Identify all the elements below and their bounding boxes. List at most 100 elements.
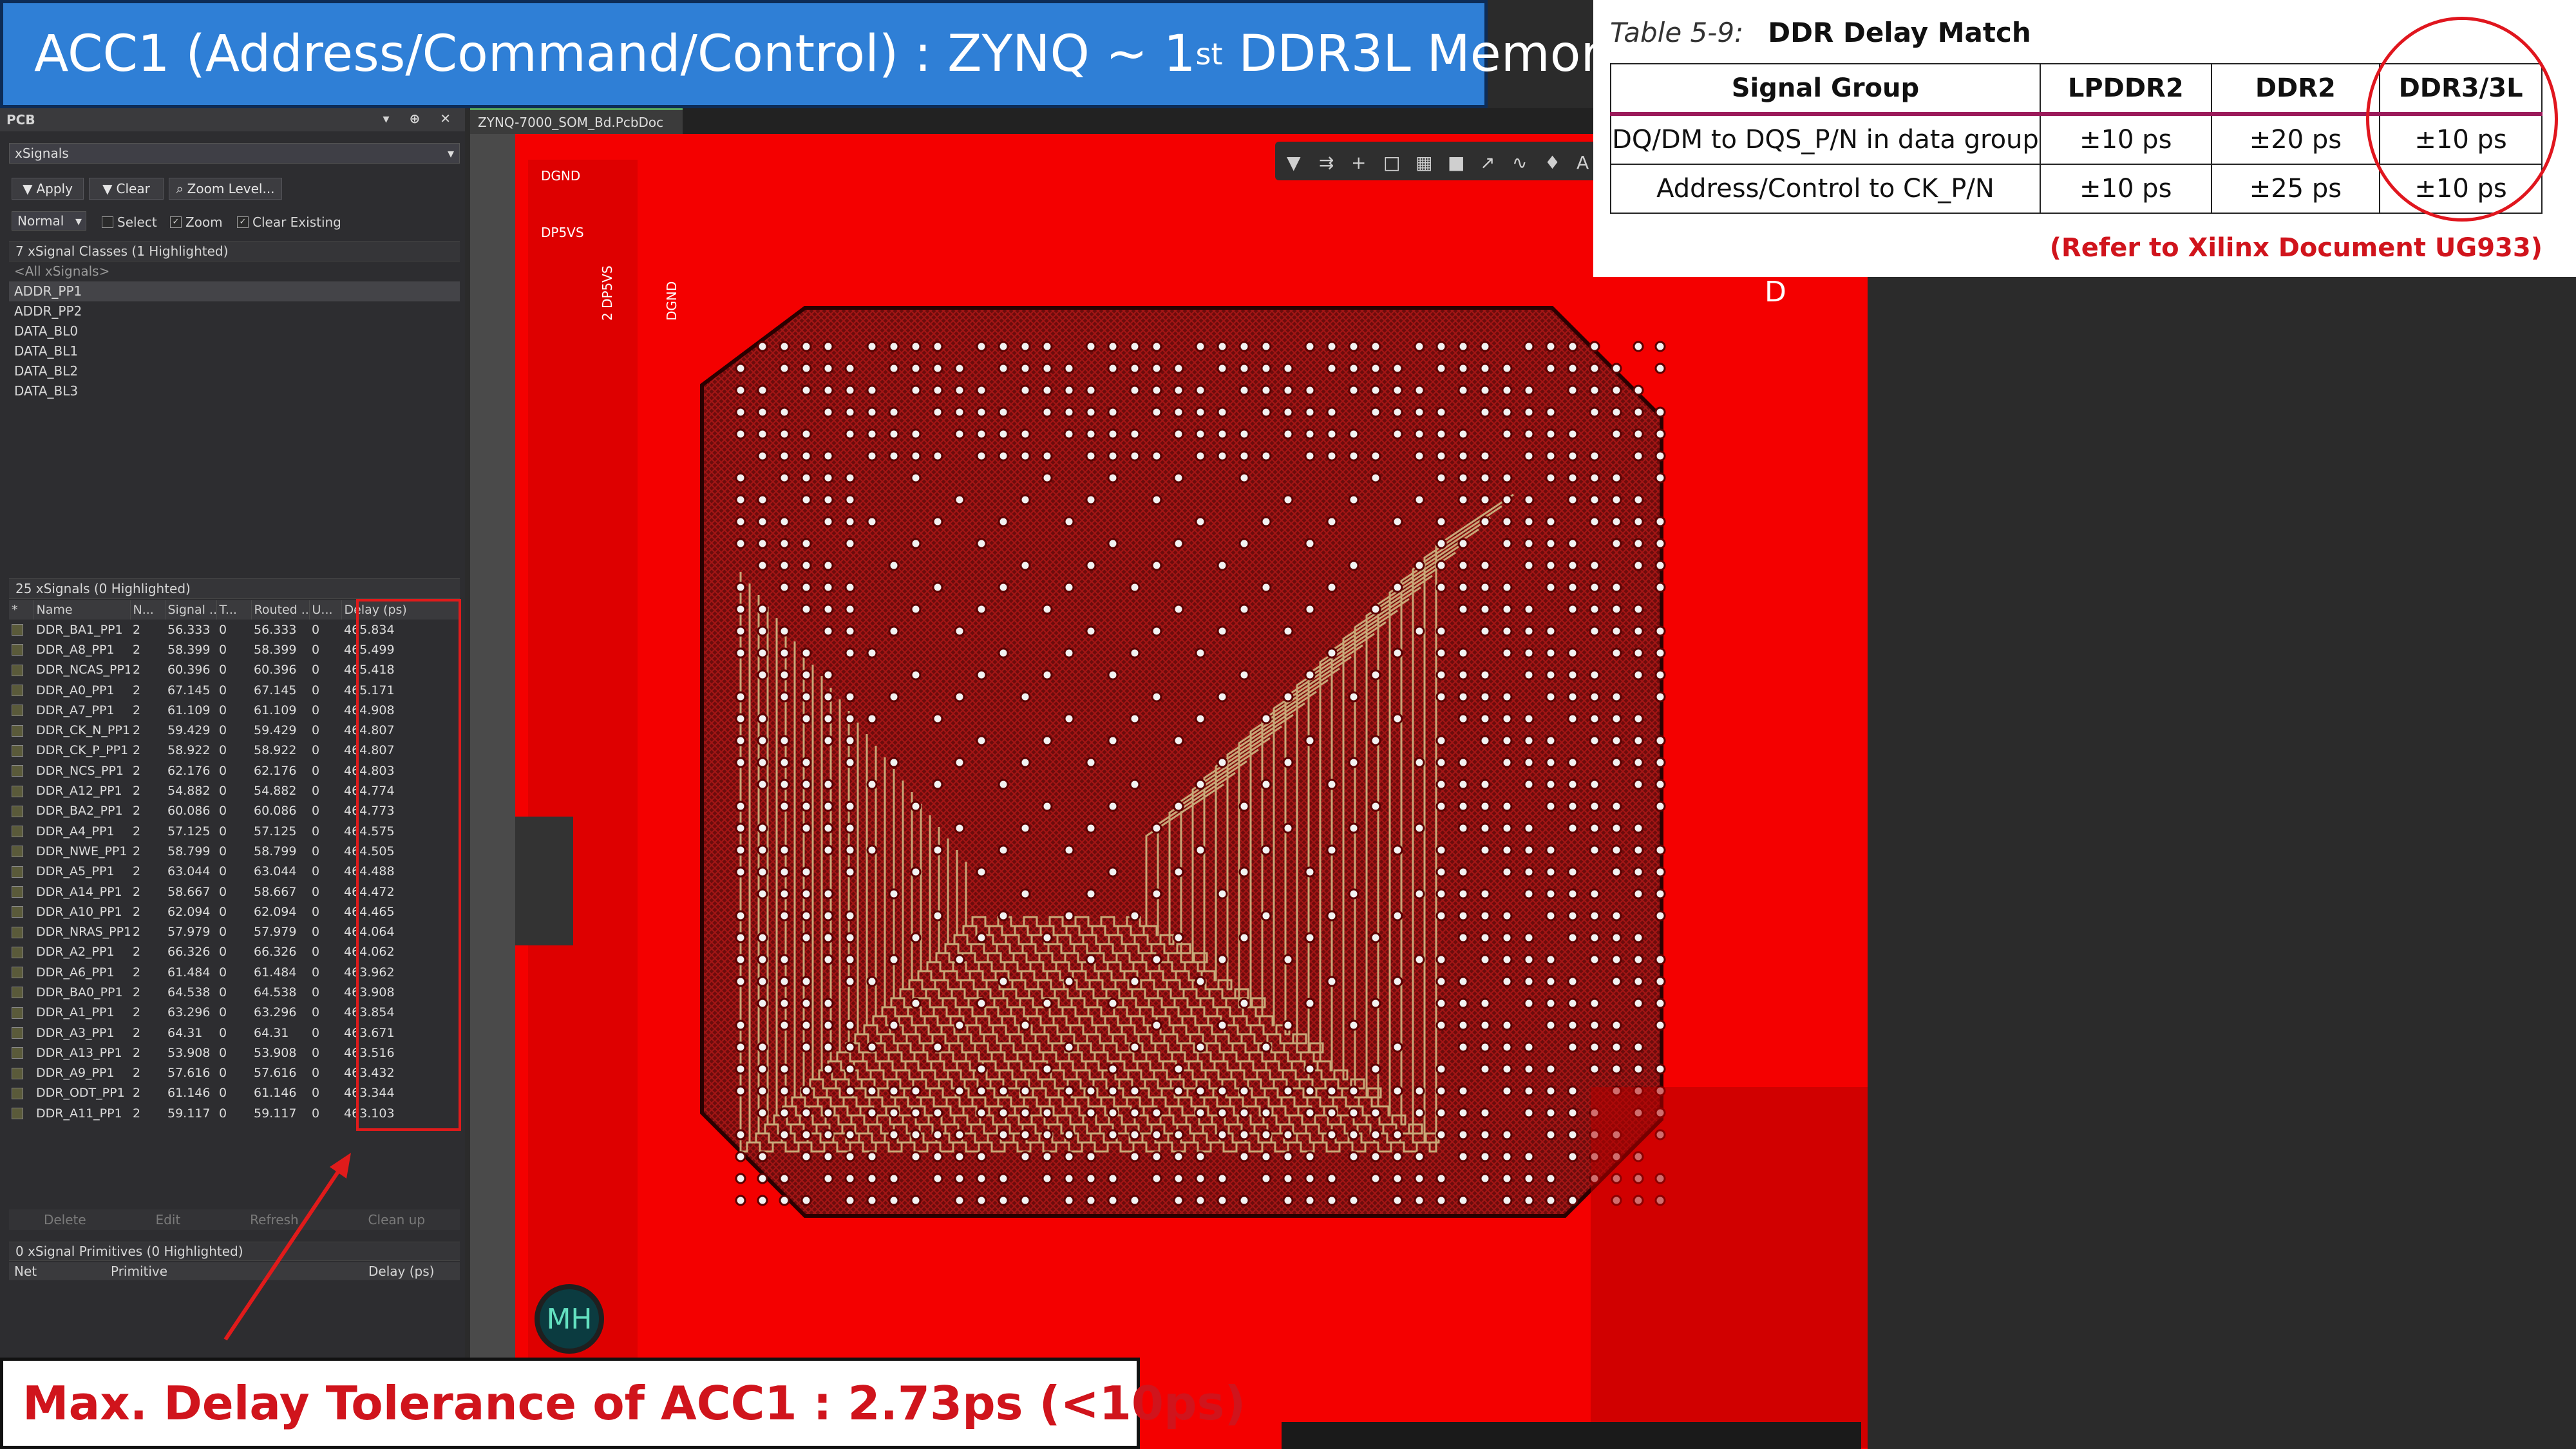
pcb-via [1129, 1085, 1141, 1097]
pcb-via [998, 1085, 1009, 1097]
pcb-via [1611, 647, 1622, 659]
row-color-swatch[interactable] [9, 700, 33, 720]
clear-button[interactable]: ▼ Clear [89, 178, 164, 200]
pcb-via [1611, 363, 1622, 374]
row-color-swatch[interactable] [9, 680, 33, 700]
row-color-swatch[interactable] [9, 660, 33, 680]
row-color-swatch[interactable] [9, 761, 33, 781]
panel-controls[interactable]: ▾ ⊕ ✕ [383, 111, 459, 126]
document-tab[interactable]: ZYNQ-7000_SOM_Bd.PcbDoc [470, 108, 683, 134]
row-color-swatch[interactable] [9, 1023, 33, 1043]
table-cell: 0 [219, 804, 227, 819]
class-item[interactable]: ADDR_PP2 [9, 301, 460, 321]
pcb-via [844, 363, 856, 374]
table-cell: 63.296 [254, 1005, 297, 1020]
pcb-canvas[interactable]: DGND DP5VS 2 DP5VS DGND D ▼ ⇉ + □ ▦ ■ ↗ … [470, 108, 1868, 1449]
pcb-via [910, 341, 922, 352]
row-color-swatch[interactable] [9, 1083, 33, 1103]
row-color-swatch[interactable] [9, 1063, 33, 1083]
pcb-via [1085, 1151, 1097, 1162]
pcb-via [910, 1085, 922, 1097]
column-header[interactable]: Net [9, 1264, 111, 1279]
clean-up-button[interactable]: Clean up [368, 1212, 426, 1227]
column-header[interactable]: Name [33, 600, 131, 620]
column-header: Signal Group [1610, 63, 2041, 115]
column-header[interactable]: Signal ... [165, 600, 217, 620]
class-item[interactable]: ADDR_PP1 [9, 281, 460, 301]
row-color-swatch[interactable] [9, 942, 33, 962]
column-header[interactable]: Routed ... [251, 600, 310, 620]
pcb-via [1435, 1085, 1447, 1097]
refresh-button[interactable]: Refresh [250, 1212, 299, 1227]
row-color-swatch[interactable] [9, 741, 33, 761]
row-color-swatch[interactable] [9, 620, 33, 639]
pcb-via [1195, 844, 1206, 856]
pcb-via [1238, 603, 1250, 615]
class-item[interactable]: <All xSignals> [9, 261, 460, 281]
row-color-swatch[interactable] [9, 781, 33, 800]
column-header[interactable]: U... [309, 600, 342, 620]
table-cell: 2 [133, 1005, 141, 1020]
class-item[interactable]: DATA_BL1 [9, 341, 460, 361]
pcb-via [1435, 582, 1447, 593]
pcb-via [1195, 450, 1206, 462]
pcb-via [1633, 384, 1644, 396]
row-color-swatch[interactable] [9, 922, 33, 942]
row-color-swatch[interactable] [9, 720, 33, 740]
pcb-via [1589, 1063, 1600, 1075]
table-cell: 53.908 [254, 1045, 297, 1060]
row-color-swatch[interactable] [9, 801, 33, 821]
pcb-via [822, 1063, 834, 1075]
table-cell: ±20 ps [2210, 113, 2381, 165]
color-swatch-icon [12, 765, 23, 777]
class-item[interactable]: DATA_BL3 [9, 381, 460, 401]
pcb-via [1567, 363, 1578, 374]
row-color-swatch[interactable] [9, 1003, 33, 1023]
pcb-via [1567, 1195, 1578, 1206]
row-color-swatch[interactable] [9, 639, 33, 659]
zoom-level-button[interactable]: ⌕ Zoom Level... [169, 178, 282, 200]
row-color-swatch[interactable] [9, 982, 33, 1002]
pcb-via [1019, 691, 1031, 703]
clear-existing-checkbox[interactable]: ✓ Clear Existing [237, 214, 341, 230]
row-color-swatch[interactable] [9, 902, 33, 922]
pcb-via [822, 582, 834, 593]
class-item[interactable]: DATA_BL2 [9, 361, 460, 381]
row-color-swatch[interactable] [9, 841, 33, 861]
pcb-via [1501, 1129, 1513, 1141]
select-checkbox[interactable]: Select [102, 214, 157, 230]
pcb-via [1654, 866, 1666, 878]
pcb-via [1370, 384, 1381, 396]
zoom-checkbox[interactable]: ✓ Zoom [170, 214, 223, 230]
delete-button[interactable]: Delete [44, 1212, 86, 1227]
mode-dropdown[interactable]: Normal ▾ [12, 211, 86, 231]
class-item[interactable]: DATA_BL0 [9, 321, 460, 341]
pcb-via [1435, 560, 1447, 571]
row-color-swatch[interactable] [9, 1043, 33, 1063]
column-header[interactable]: * [9, 600, 34, 620]
row-color-swatch[interactable] [9, 962, 33, 982]
row-color-swatch[interactable] [9, 882, 33, 902]
column-header[interactable]: T... [216, 600, 252, 620]
row-color-swatch[interactable] [9, 862, 33, 882]
pcb-via [1457, 910, 1469, 922]
pcb-via [1370, 603, 1381, 615]
row-color-swatch[interactable] [9, 821, 33, 841]
pcb-via [1173, 384, 1184, 396]
pcb-via [800, 384, 812, 396]
pcb-via [932, 1041, 943, 1053]
column-header[interactable]: Primitive [111, 1264, 368, 1279]
pcb-via [1129, 779, 1141, 790]
column-header[interactable]: Delay (ps) [368, 1264, 459, 1279]
pcb-via [976, 998, 987, 1009]
pcb-via [1523, 625, 1535, 637]
row-color-swatch[interactable] [9, 1103, 33, 1123]
edit-button[interactable]: Edit [156, 1212, 181, 1227]
xsignals-dropdown[interactable]: xSignals ▾ [9, 143, 460, 164]
apply-button[interactable]: ▼ Apply [12, 178, 84, 200]
pcb-via [1545, 910, 1557, 922]
zoom-label: Zoom [185, 214, 223, 230]
column-header[interactable]: N... [130, 600, 166, 620]
pcb-via [779, 844, 790, 856]
pcb-via [1173, 735, 1184, 746]
